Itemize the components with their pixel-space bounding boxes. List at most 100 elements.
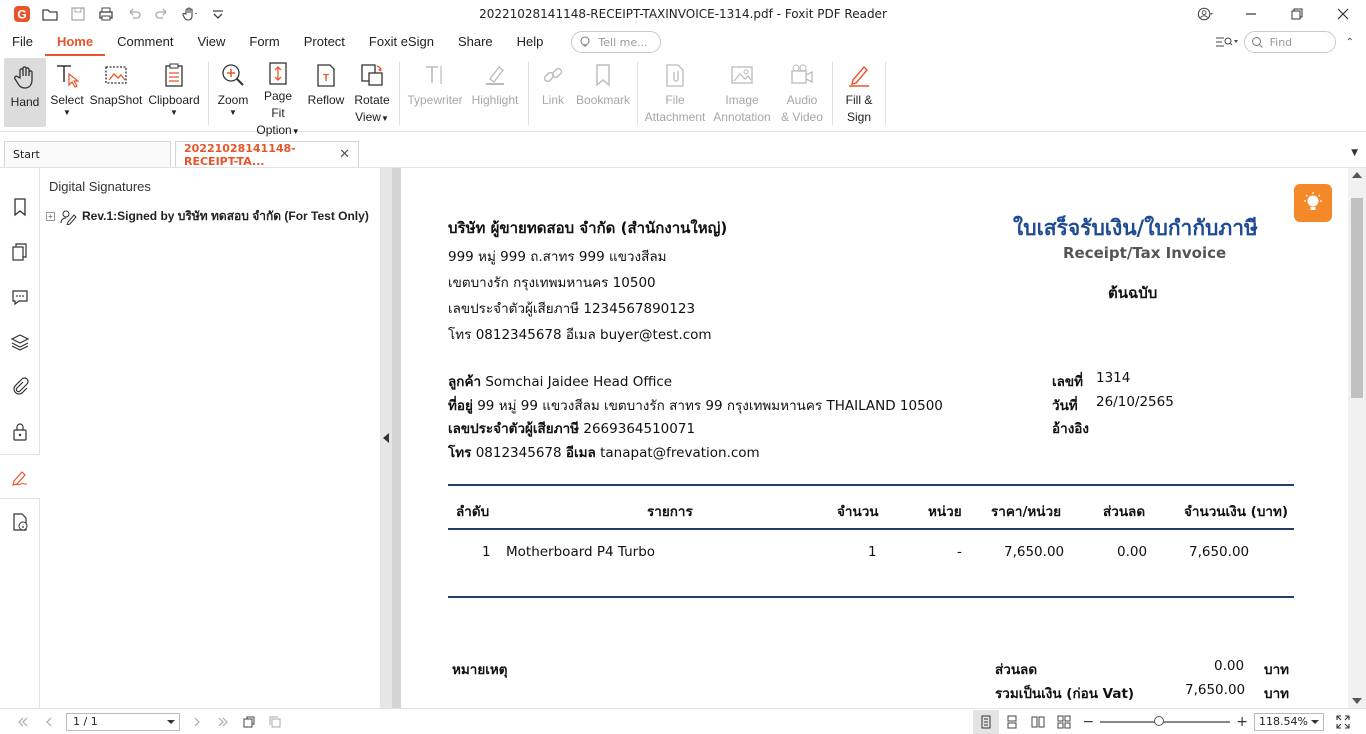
attachments-panel-icon[interactable]	[0, 364, 40, 409]
signature-tree-item[interactable]: + Rev.1:Signed by บริษัท ทดสอบ จำกัด (Fo…	[46, 207, 369, 226]
page-thumbnails-icon[interactable]	[0, 229, 40, 274]
redo-icon[interactable]	[148, 0, 176, 28]
document-info-panel-icon[interactable]	[0, 499, 40, 544]
expand-icon[interactable]: +	[46, 212, 55, 221]
select-button[interactable]: Select ▼	[46, 56, 88, 131]
comments-panel-icon[interactable]	[0, 274, 40, 319]
zoom-dropdown-icon[interactable]	[1311, 720, 1319, 724]
bookmark-panel-icon[interactable]	[0, 184, 40, 229]
minimize-icon[interactable]	[1228, 0, 1274, 28]
ribbon-separator	[885, 62, 886, 125]
rotate-label-2: View▼	[355, 110, 389, 124]
next-page-icon[interactable]	[184, 710, 210, 734]
page-fit-icon	[269, 62, 287, 85]
page-fit-option-button[interactable]: Page Fit Option▼	[253, 56, 303, 137]
typewriter-icon	[426, 66, 442, 84]
facing-page-icon[interactable]	[1025, 710, 1051, 734]
vertical-scrollbar[interactable]	[1348, 168, 1366, 708]
ribbon-separator	[399, 62, 400, 125]
digital-signatures-panel-icon[interactable]	[0, 454, 40, 499]
page-dropdown-icon[interactable]	[167, 719, 175, 724]
zoom-level-input[interactable]: 118.54%	[1254, 713, 1324, 731]
clipboard-button[interactable]: Clipboard ▼	[144, 56, 204, 131]
menu-protect[interactable]: Protect	[292, 28, 357, 56]
rotate-view-button[interactable]: Rotate View▼	[349, 56, 395, 131]
file-attachment-button[interactable]: File Attachment	[642, 56, 708, 131]
fill-sign-label: Fill &	[845, 93, 873, 107]
hand-tool-dropdown-icon[interactable]	[176, 0, 204, 28]
panel-splitter[interactable]	[380, 168, 392, 708]
save-icon[interactable]	[64, 0, 92, 28]
seller-contact: โทร 0812345678 อีเมล buyer@test.com	[448, 327, 712, 343]
previous-page-icon[interactable]	[36, 710, 62, 734]
ribbon-collapse-icon[interactable]: ⌃	[1346, 37, 1354, 48]
zoom-button[interactable]: Zoom ▼	[213, 56, 253, 131]
lightbulb-tip-icon[interactable]	[1294, 184, 1332, 222]
zoom-slider[interactable]	[1100, 716, 1231, 726]
zoom-out-icon[interactable]: −	[1083, 714, 1095, 730]
scroll-down-icon[interactable]	[1352, 698, 1362, 704]
zoom-label: Zoom	[217, 93, 249, 107]
tell-me-placeholder: Tell me...	[598, 35, 648, 49]
typewriter-button[interactable]: Typewriter	[404, 56, 466, 131]
tab-close-icon[interactable]: ✕	[339, 147, 350, 162]
document-view[interactable]: บริษัท ผู้ขายทดสอบ จำกัด (สำนักงานใหญ่) …	[392, 168, 1348, 708]
previous-view-icon[interactable]	[236, 710, 262, 734]
menu-home[interactable]: Home	[44, 28, 106, 56]
menu-foxit-esign[interactable]: Foxit eSign	[357, 28, 446, 56]
print-icon[interactable]	[92, 0, 120, 28]
link-button[interactable]: Link	[533, 56, 573, 131]
close-icon[interactable]	[1320, 0, 1366, 28]
select-caret-icon: ▼	[63, 108, 71, 117]
maximize-icon[interactable]	[1274, 0, 1320, 28]
image-annotation-button[interactable]: Image Annotation	[708, 56, 776, 131]
layers-panel-icon[interactable]	[0, 319, 40, 364]
hand-button[interactable]: Hand	[4, 58, 46, 127]
advanced-search-icon[interactable]	[1214, 34, 1238, 50]
full-screen-icon[interactable]	[1330, 710, 1356, 734]
audio-video-button[interactable]: Audio & Video	[776, 56, 828, 131]
customer-value: Somchai Jaidee Head Office	[485, 374, 673, 390]
typewriter-label: Typewriter	[407, 93, 463, 107]
audio-video-label: Audio	[786, 93, 818, 107]
fill-sign-button[interactable]: Fill & Sign	[837, 56, 881, 131]
menu-view[interactable]: View	[185, 28, 237, 56]
snapshot-button[interactable]: SnapShot	[88, 56, 144, 131]
undo-icon[interactable]	[120, 0, 148, 28]
continuous-facing-icon[interactable]	[1051, 710, 1077, 734]
zoom-slider-knob[interactable]	[1153, 716, 1164, 726]
find-input[interactable]: Find	[1243, 31, 1336, 53]
menu-form[interactable]: Form	[237, 28, 291, 56]
customize-toolbar-icon[interactable]	[204, 0, 232, 28]
open-folder-icon[interactable]	[36, 0, 64, 28]
highlight-button[interactable]: Highlight	[466, 56, 524, 131]
collapse-panel-icon[interactable]	[383, 433, 389, 443]
account-icon[interactable]	[1182, 0, 1228, 28]
bookmark-button[interactable]: Bookmark	[573, 56, 633, 131]
tab-document-label: 20221028141148-RECEIPT-TA...	[184, 141, 296, 168]
scroll-thumb[interactable]	[1351, 198, 1363, 398]
tab-document[interactable]: 20221028141148-RECEIPT-TA... ✕	[175, 141, 359, 168]
reflow-button[interactable]: T Reflow	[303, 56, 349, 131]
menu-file[interactable]: File	[0, 28, 45, 56]
date-label: วันที่	[1052, 398, 1078, 414]
scroll-up-icon[interactable]	[1352, 172, 1362, 178]
table-header-no: ลำดับ	[456, 504, 490, 520]
rotate-view-icon	[361, 64, 383, 86]
tell-me-box[interactable]: Tell me...	[571, 31, 662, 53]
menu-comment[interactable]: Comment	[105, 28, 185, 56]
tab-list-dropdown-icon[interactable]: ▼	[1351, 148, 1358, 158]
image-annotation-label: Image	[725, 93, 759, 107]
next-view-icon[interactable]	[262, 710, 288, 734]
continuous-page-icon[interactable]	[999, 710, 1025, 734]
page-number-input[interactable]: 1 / 1	[66, 712, 180, 731]
menu-help[interactable]: Help	[505, 28, 556, 56]
file-attachment-label: File	[665, 93, 685, 107]
first-page-icon[interactable]	[10, 710, 36, 734]
zoom-in-icon[interactable]: +	[1236, 714, 1248, 730]
tab-start[interactable]: Start	[4, 141, 171, 167]
menu-share[interactable]: Share	[446, 28, 505, 56]
security-panel-icon[interactable]	[0, 409, 40, 454]
single-page-icon[interactable]	[972, 710, 999, 734]
last-page-icon[interactable]	[210, 710, 236, 734]
